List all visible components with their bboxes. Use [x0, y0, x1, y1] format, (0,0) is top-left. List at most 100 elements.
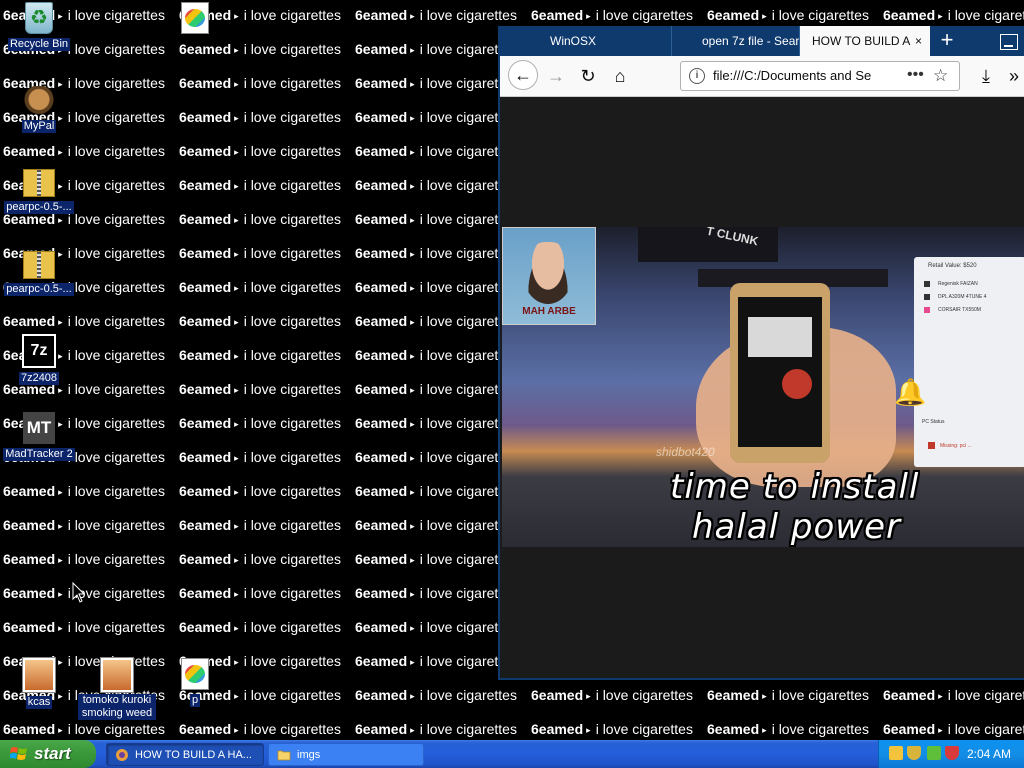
wallpaper-normal-text: i love cigarettes	[243, 245, 341, 261]
wallpaper-bold-text: 6eamed	[707, 7, 760, 23]
wallpaper-arrow-icon: ▸	[410, 419, 415, 429]
desktop-icon-label: MyPal	[21, 120, 57, 133]
wallpaper-normal-text: i love cigarettes	[243, 415, 341, 431]
info-icon[interactable]: i	[689, 68, 705, 84]
update-icon[interactable]	[927, 746, 941, 760]
desktop-icon-kcas[interactable]: kcas	[0, 658, 78, 710]
security-shield-icon[interactable]	[907, 746, 921, 760]
wallpaper-normal-text: i love cigarettes	[67, 483, 165, 499]
tab-open-7z-file[interactable]: open 7z file - Sear	[672, 26, 800, 56]
new-tab-button[interactable]: +	[932, 26, 962, 56]
taskbar-item-imgs[interactable]: imgs	[268, 743, 424, 766]
desktop-icon-pearpc-1[interactable]: pearpc-0.5-...	[0, 166, 78, 215]
url-text[interactable]: file:///C:/Documents and Se	[713, 62, 883, 90]
wallpaper-bold-text: 6eamed	[355, 483, 408, 499]
wallpaper-arrow-icon: ▸	[234, 79, 239, 89]
downloads-button[interactable]: ⤓	[972, 62, 1000, 90]
wallpaper-arrow-icon: ▸	[586, 691, 591, 701]
overflow-menu-button[interactable]: »	[1000, 62, 1024, 90]
wallpaper-arrow-icon: ▸	[410, 181, 415, 191]
taskbar-item-browser[interactable]: HOW TO BUILD A HA...	[106, 743, 264, 766]
wallpaper-bold-text: 6eamed	[179, 721, 232, 737]
wallpaper-bold-text: 6eamed	[355, 279, 408, 295]
wallpaper-normal-text: i love cigarettes	[243, 7, 341, 23]
wallpaper-normal-text: i love cigarettes	[67, 313, 165, 329]
panel-item: CORSAIR TX550M	[938, 307, 981, 313]
desktop-icon-7z2408[interactable]: 7z 7z2408	[0, 334, 78, 386]
wallpaper-phrase: 6eamed▸i love cigarettes	[179, 66, 355, 101]
wallpaper-phrase: 6eamed▸i love cigarettes	[179, 338, 355, 373]
desktop-icon-label: pearpc-0.5-...	[4, 201, 74, 214]
wallpaper-normal-text: i love cigarettes	[67, 75, 165, 91]
desktop-icon-label: Recycle Bin	[7, 38, 71, 51]
wallpaper-arrow-icon: ▸	[762, 691, 767, 701]
wallpaper-phrase: 6eamed▸i love cigarettes	[179, 474, 355, 509]
browser-window[interactable]: WinOSX open 7z file - Sear HOW TO BUILD …	[498, 26, 1024, 680]
wallpaper-phrase: 6eamed▸i love cigarettes	[707, 678, 883, 713]
wallpaper-arrow-icon: ▸	[410, 623, 415, 633]
reload-button[interactable]: ↻	[574, 62, 602, 90]
desktop-icon-pearpc-2[interactable]: pearpc-0.5-...	[0, 248, 78, 297]
wallpaper-bold-text: 6eamed	[179, 245, 232, 261]
back-button[interactable]: ←	[508, 60, 538, 90]
desktop-icon-recycle-bin[interactable]: ♻ Recycle Bin	[0, 2, 78, 52]
wallpaper-phrase: 6eamed▸i love cigarettes	[179, 406, 355, 441]
tab-winosx[interactable]: WinOSX	[538, 26, 672, 56]
wallpaper-bold-text: 6eamed	[355, 7, 408, 23]
wallpaper-bold-text: 6eamed	[707, 721, 760, 737]
wallpaper-arrow-icon: ▸	[234, 385, 239, 395]
wallpaper-normal-text: i love cigarettes	[419, 721, 517, 737]
wallpaper-bold-text: 6eamed	[3, 483, 56, 499]
wallpaper-phrase: 6eamed▸i love cigarettes	[3, 576, 179, 611]
network-icon[interactable]	[889, 746, 903, 760]
wallpaper-arrow-icon: ▸	[410, 385, 415, 395]
antivirus-icon[interactable]	[945, 746, 959, 760]
minimize-button[interactable]	[1000, 34, 1018, 50]
wallpaper-phrase: 6eamed▸i love cigarettes	[531, 712, 707, 740]
panel-item-icon	[924, 294, 930, 300]
page-actions-button[interactable]: •••	[907, 62, 924, 88]
forward-button[interactable]: →	[542, 62, 570, 90]
video-player[interactable]: T CLUNK Retail Value: $520 Regenisk FAIZ…	[502, 227, 1024, 547]
wallpaper-normal-text: i love cigarettes	[67, 517, 165, 533]
address-bar[interactable]: i file:///C:/Documents and Se ••• ☆	[680, 61, 960, 91]
wallpaper-bold-text: 6eamed	[179, 381, 232, 397]
wallpaper-normal-text: i love cigarettes	[947, 687, 1024, 703]
avatar-face	[523, 242, 573, 304]
wallpaper-arrow-icon: ▸	[58, 521, 63, 531]
wallpaper-bold-text: 6eamed	[179, 517, 232, 533]
wallpaper-bold-text: 6eamed	[179, 279, 232, 295]
home-button[interactable]: ⌂	[606, 62, 634, 90]
panel-item: DPL A320M 4TUNE 4	[938, 294, 987, 300]
phone-screen	[738, 297, 822, 447]
desktop-icon-mypal[interactable]: MyPal	[0, 86, 78, 134]
video-caption-line-1: time to install	[670, 467, 920, 507]
desktop-icon-p[interactable]: p	[156, 658, 234, 708]
bookmark-star-icon[interactable]: ☆	[933, 62, 948, 90]
tab-label: HOW TO BUILD A	[812, 34, 911, 48]
wallpaper-arrow-icon: ▸	[58, 623, 63, 633]
taskbar-item-label: HOW TO BUILD A HA...	[135, 749, 252, 761]
tab-close-icon[interactable]: ×	[915, 26, 922, 56]
photo-file-icon	[101, 658, 133, 692]
tab-how-to-build[interactable]: HOW TO BUILD A ×	[800, 26, 930, 56]
wallpaper-bold-text: 6eamed	[355, 177, 408, 193]
wallpaper-normal-text: i love cigarettes	[67, 109, 165, 125]
wallpaper-arrow-icon: ▸	[410, 147, 415, 157]
wallpaper-arrow-icon: ▸	[58, 487, 63, 497]
wallpaper-normal-text: i love cigarettes	[243, 619, 341, 635]
desktop-icon-image-file[interactable]	[156, 2, 234, 34]
wallpaper-arrow-icon: ▸	[234, 317, 239, 327]
wallpaper-bold-text: 6eamed	[355, 687, 408, 703]
wallpaper-arrow-icon: ▸	[234, 351, 239, 361]
start-button[interactable]: start	[0, 740, 96, 768]
desktop-icon-madtracker[interactable]: MT MadTracker 2	[0, 412, 78, 462]
desktop-icon-label: p	[189, 694, 201, 707]
wallpaper-bold-text: 6eamed	[3, 143, 56, 159]
avatar-label: MAH ARBE	[522, 306, 576, 317]
wallpaper-bold-text: 6eamed	[883, 7, 936, 23]
desktop-icon-tomoko[interactable]: tomoko kuroki smoking weed	[78, 658, 156, 721]
wallpaper-arrow-icon: ▸	[234, 419, 239, 429]
wallpaper-arrow-icon: ▸	[234, 487, 239, 497]
image-file-icon	[181, 2, 209, 34]
